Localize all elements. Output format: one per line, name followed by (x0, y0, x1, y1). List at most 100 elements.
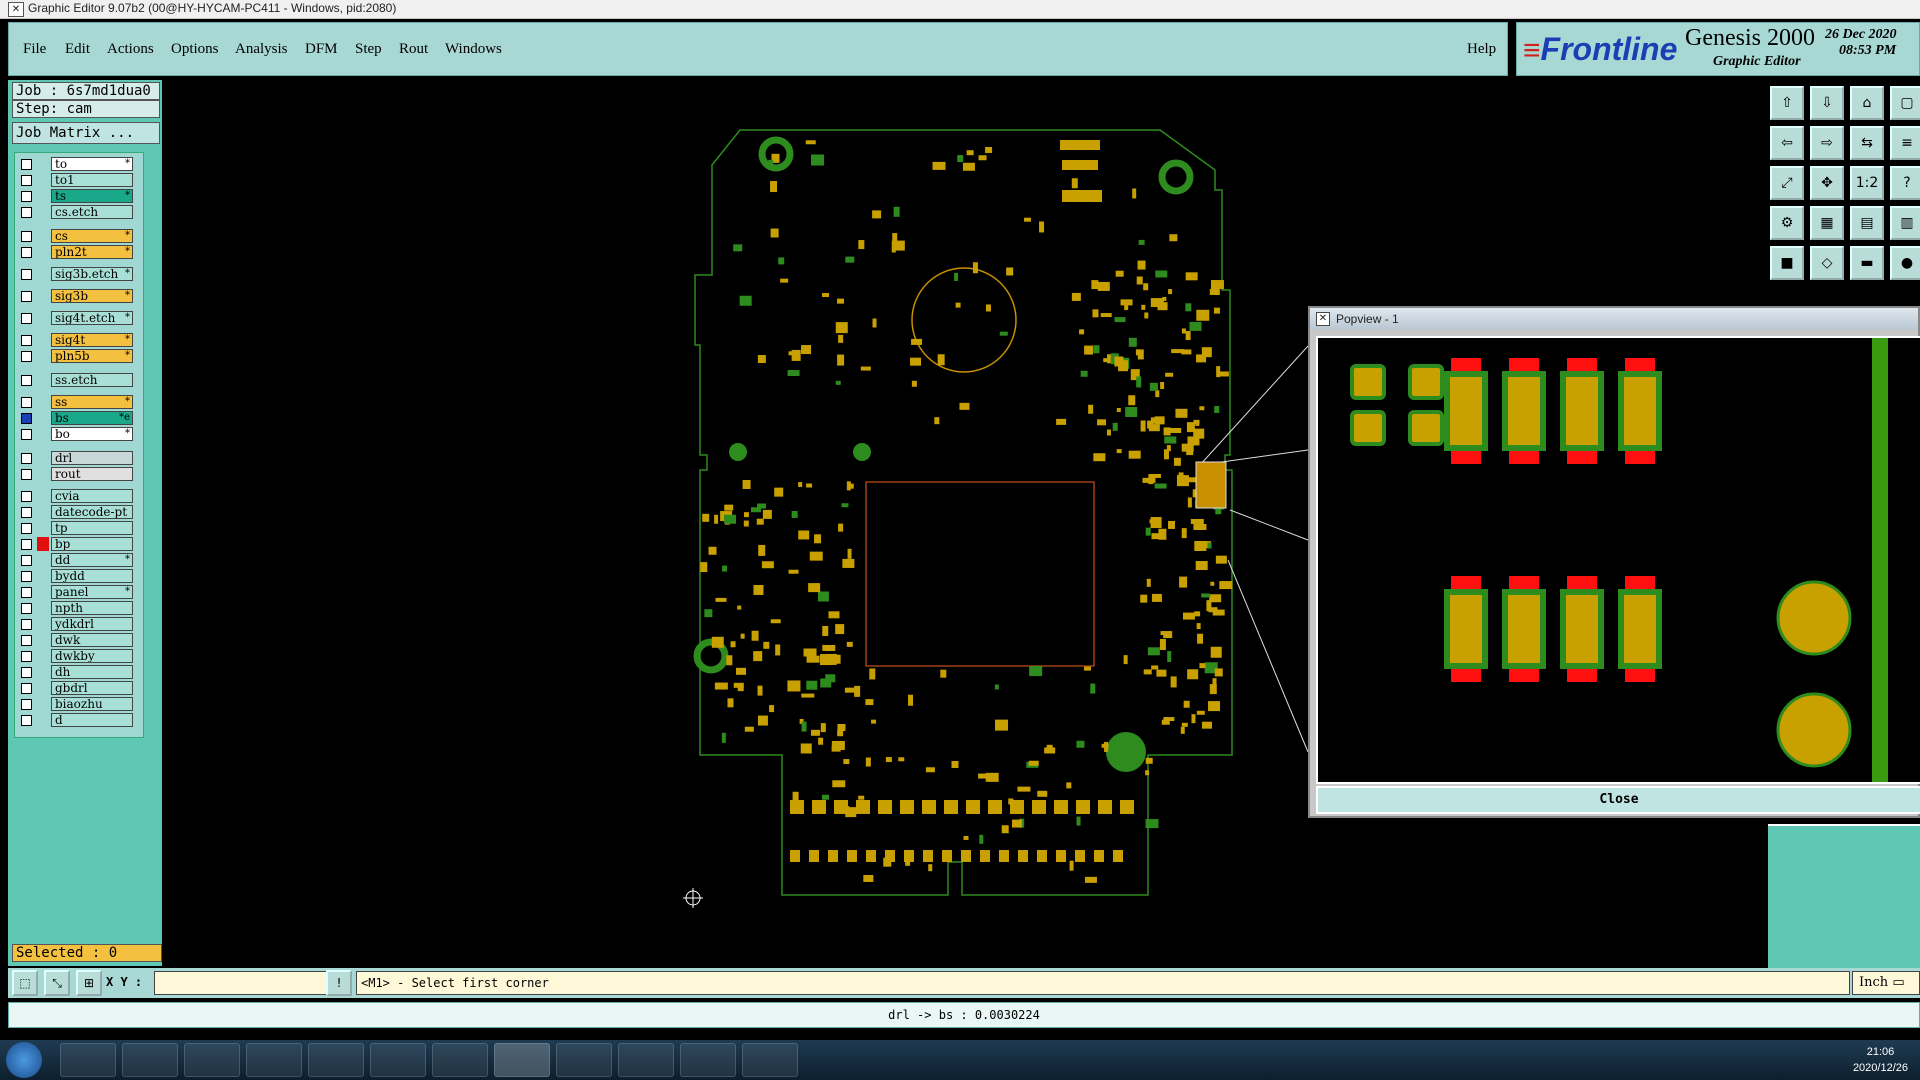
tool-grid-icon[interactable]: ⊞ (76, 970, 102, 996)
toggle-icon[interactable]: ⇆ (1850, 126, 1884, 160)
layer-row-rout[interactable]: rout (15, 467, 143, 482)
xy-input[interactable] (154, 971, 330, 995)
layer-name[interactable]: sig3b * (51, 289, 133, 303)
taskbar-app-3[interactable] (184, 1043, 240, 1077)
taskbar-app-7[interactable] (432, 1043, 488, 1077)
layer-row-dwkby[interactable]: dwkby (15, 649, 143, 664)
layer-name[interactable]: cs * (51, 229, 133, 243)
layer-checkbox[interactable] (21, 397, 32, 408)
layer-checkbox[interactable] (21, 491, 32, 502)
layer-name[interactable]: panel * (51, 585, 133, 599)
layer-row-ss.etch[interactable]: ss.etch (15, 373, 143, 388)
fill-icon[interactable]: ▤ (1850, 206, 1884, 240)
layer-checkbox[interactable] (21, 175, 32, 186)
layer-checkbox[interactable] (21, 207, 32, 218)
layer-name[interactable]: sig4t.etch * (51, 311, 133, 325)
layer-name[interactable]: d (51, 713, 133, 727)
layer-row-gbdrl[interactable]: gbdrl (15, 681, 143, 696)
menu-actions[interactable]: Actions (107, 41, 154, 58)
layer-name[interactable]: pln2t * (51, 245, 133, 259)
unit-selector[interactable]: Inch ▭ (1852, 971, 1920, 995)
taskbar-app-4[interactable] (246, 1043, 302, 1077)
layer-name[interactable]: ydkdrl (51, 617, 133, 631)
layer-checkbox[interactable] (21, 571, 32, 582)
taskbar-app-6[interactable] (370, 1043, 426, 1077)
layer-checkbox[interactable] (21, 191, 32, 202)
system-clock[interactable]: 21:06 2020/12/26 (1853, 1044, 1908, 1076)
help-icon[interactable]: ? (1890, 166, 1920, 200)
taskbar-app-word[interactable] (618, 1043, 674, 1077)
pan-left-icon[interactable]: ⇦ (1770, 126, 1804, 160)
layer-checkbox[interactable] (21, 715, 32, 726)
tool-select-icon[interactable]: ⬚ (12, 970, 38, 996)
layer-checkbox[interactable] (21, 507, 32, 518)
layer-name[interactable]: ss * (51, 395, 133, 409)
menu-step[interactable]: Step (355, 41, 382, 58)
layer-row-biaozhu[interactable]: biaozhu (15, 697, 143, 712)
layer-checkbox[interactable] (21, 699, 32, 710)
layer-row-bs[interactable]: bs *e (15, 411, 143, 426)
layer-name[interactable]: bs *e (51, 411, 133, 425)
layer-row-to1[interactable]: to1 (15, 173, 143, 188)
layer-name[interactable]: bp (51, 537, 133, 551)
layer-checkbox[interactable] (21, 651, 32, 662)
layer-row-ts[interactable]: ts * (15, 189, 143, 204)
layer-checkbox[interactable] (21, 291, 32, 302)
zoom-down-icon[interactable]: ⇩ (1810, 86, 1844, 120)
layer-row-pln5b[interactable]: pln5b * (15, 349, 143, 364)
taskbar-app-1[interactable] (60, 1043, 116, 1077)
pan-right-icon[interactable]: ⇨ (1810, 126, 1844, 160)
layer-checkbox[interactable] (21, 335, 32, 346)
layer-checkbox[interactable] (21, 159, 32, 170)
layer-row-cs.etch[interactable]: cs.etch (15, 205, 143, 220)
layer-checkbox[interactable] (21, 375, 32, 386)
exclamation-button[interactable]: ! (326, 970, 352, 996)
menu-file[interactable]: File (23, 41, 46, 58)
layer-checkbox[interactable] (21, 453, 32, 464)
layers-icon[interactable]: ⚙ (1770, 206, 1804, 240)
layer-name[interactable]: bydd (51, 569, 133, 583)
layer-name[interactable]: cvia (51, 489, 133, 503)
layer-checkbox[interactable] (21, 523, 32, 534)
ratio-icon[interactable]: 1:2 (1850, 166, 1884, 200)
layer-name[interactable]: ts * (51, 189, 133, 203)
layer-row-datecode-pt[interactable]: datecode-pt (15, 505, 143, 520)
menu-options[interactable]: Options (171, 41, 219, 58)
layer-name[interactable]: biaozhu (51, 697, 133, 711)
taskbar-app-excel[interactable] (556, 1043, 612, 1077)
outline-icon[interactable]: ▥ (1890, 206, 1920, 240)
measure-icon[interactable]: ▬ (1850, 246, 1884, 280)
layer-name[interactable]: sig4t * (51, 333, 133, 347)
layer-row-panel[interactable]: panel * (15, 585, 143, 600)
layer-name[interactable]: pln5b * (51, 349, 133, 363)
layer-checkbox[interactable] (21, 539, 32, 550)
layer-row-to[interactable]: to * (15, 157, 143, 172)
layer-checkbox[interactable] (21, 269, 32, 280)
layer-checkbox[interactable] (21, 683, 32, 694)
layer-row-tp[interactable]: tp (15, 521, 143, 536)
layer-checkbox[interactable] (21, 313, 32, 324)
popview-close-button[interactable]: Close (1316, 786, 1920, 814)
layer-row-bydd[interactable]: bydd (15, 569, 143, 584)
layer-name[interactable]: drl (51, 451, 133, 465)
zoom-extra-icon[interactable]: ▢ (1890, 86, 1920, 120)
grid-icon[interactable]: ▦ (1810, 206, 1844, 240)
zoom-house-icon[interactable]: ⌂ (1850, 86, 1884, 120)
layer-name[interactable]: dwkby (51, 649, 133, 663)
menu-edit[interactable]: Edit (65, 41, 90, 58)
layer-row-pln2t[interactable]: pln2t * (15, 245, 143, 260)
layer-row-dd[interactable]: dd * (15, 553, 143, 568)
layer-name[interactable]: to1 (51, 173, 133, 187)
layer-name[interactable]: gbdrl (51, 681, 133, 695)
taskbar-app-5[interactable] (308, 1043, 364, 1077)
menu-help[interactable]: Help (1467, 41, 1496, 58)
layer-name[interactable]: dwk (51, 633, 133, 647)
layer-checkbox[interactable] (21, 231, 32, 242)
layer-row-ss[interactable]: ss * (15, 395, 143, 410)
layer-name[interactable]: bo * (51, 427, 133, 441)
taskbar-app-10[interactable] (680, 1043, 736, 1077)
layer-row-sig3b[interactable]: sig3b * (15, 289, 143, 304)
layer-checkbox[interactable] (21, 555, 32, 566)
layer-row-sig4t[interactable]: sig4t * (15, 333, 143, 348)
layer-name[interactable]: tp (51, 521, 133, 535)
